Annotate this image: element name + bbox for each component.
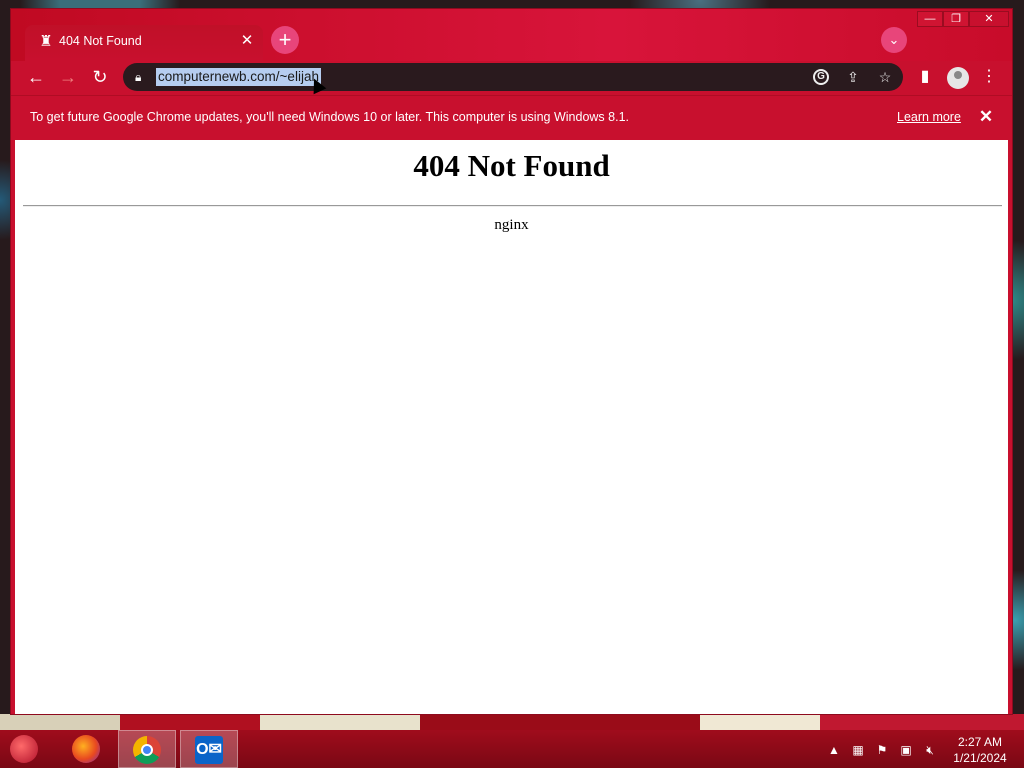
title-bar: ♜ 404 Not Found ✕ + ⌄ — ❐ ✕	[11, 9, 1012, 61]
navigation-toolbar: ← → ↻ 🔒︎ computernewb.com/~elijah G ⇪ ☆ …	[11, 61, 1012, 93]
minimize-button[interactable]: —	[917, 11, 943, 27]
reload-icon[interactable]: ↻	[88, 65, 112, 89]
tab-favicon-icon: ♜	[39, 33, 53, 50]
network-icon[interactable]: ▣	[898, 742, 914, 758]
tray-overflow-icon[interactable]: ▲	[826, 742, 842, 758]
maximize-button[interactable]: ❐	[943, 11, 969, 27]
close-window-button[interactable]: ✕	[969, 11, 1009, 27]
server-signature: nginx	[494, 217, 529, 233]
chrome-icon	[133, 736, 161, 764]
outlook-icon: O✉	[195, 736, 223, 764]
start-button[interactable]	[0, 730, 58, 768]
browser-tab[interactable]: ♜ 404 Not Found ✕	[25, 25, 263, 61]
volume-muted-icon[interactable]: 🔇︎	[922, 742, 938, 758]
page-title: 404 Not Found	[413, 148, 610, 183]
taskbar-chrome[interactable]	[118, 730, 176, 768]
tab-search-icon[interactable]: ⌄	[881, 27, 907, 53]
share-icon[interactable]: ⇪	[843, 67, 863, 87]
google-lens-icon[interactable]: G	[813, 69, 829, 85]
menu-kebab-icon[interactable]: ⋮	[977, 65, 1001, 89]
page-content: 404 Not Found nginx	[15, 140, 1008, 714]
new-tab-button[interactable]: +	[271, 26, 299, 54]
tab-close-icon[interactable]: ✕	[237, 31, 257, 51]
infobar-message: To get future Google Chrome updates, you…	[30, 110, 629, 124]
tab-title: 404 Not Found	[59, 34, 142, 48]
taskbar-firefox[interactable]	[58, 730, 116, 768]
side-panel-icon[interactable]: ▮	[913, 65, 937, 89]
lock-icon[interactable]: 🔒︎	[135, 69, 149, 85]
bookmark-star-icon[interactable]: ☆	[875, 67, 895, 87]
chrome-window: ♜ 404 Not Found ✕ + ⌄ — ❐ ✕ ← → ↻ 🔒︎ com…	[10, 8, 1013, 715]
divider	[23, 205, 1002, 207]
action-center-flag-icon[interactable]: ⚑	[874, 742, 890, 758]
firefox-icon	[72, 735, 100, 763]
taskbar-clock[interactable]: 2:27 AM 1/21/2024	[944, 734, 1016, 766]
tray-network-share-icon[interactable]: ▦	[850, 742, 866, 758]
taskbar-outlook[interactable]: O✉	[180, 730, 238, 768]
address-bar[interactable]: 🔒︎ computernewb.com/~elijah G ⇪ ☆	[123, 63, 903, 91]
forward-arrow-icon[interactable]: →	[56, 65, 80, 89]
learn-more-link[interactable]: Learn more	[897, 110, 961, 124]
back-arrow-icon[interactable]: ←	[24, 65, 48, 89]
clock-date: 1/21/2024	[953, 751, 1007, 765]
taskbar: O✉ ▲ ▦ ⚑ ▣ 🔇︎	[0, 730, 1024, 768]
update-infobar: To get future Google Chrome updates, you…	[11, 95, 1012, 140]
url-text[interactable]: computernewb.com/~elijah	[156, 68, 321, 86]
start-orb-icon	[10, 735, 38, 763]
desktop-wallpaper-strip	[0, 714, 1024, 730]
clock-time: 2:27 AM	[957, 735, 1003, 749]
infobar-close-icon[interactable]: ✕	[975, 106, 997, 128]
profile-avatar-icon[interactable]	[947, 67, 969, 89]
